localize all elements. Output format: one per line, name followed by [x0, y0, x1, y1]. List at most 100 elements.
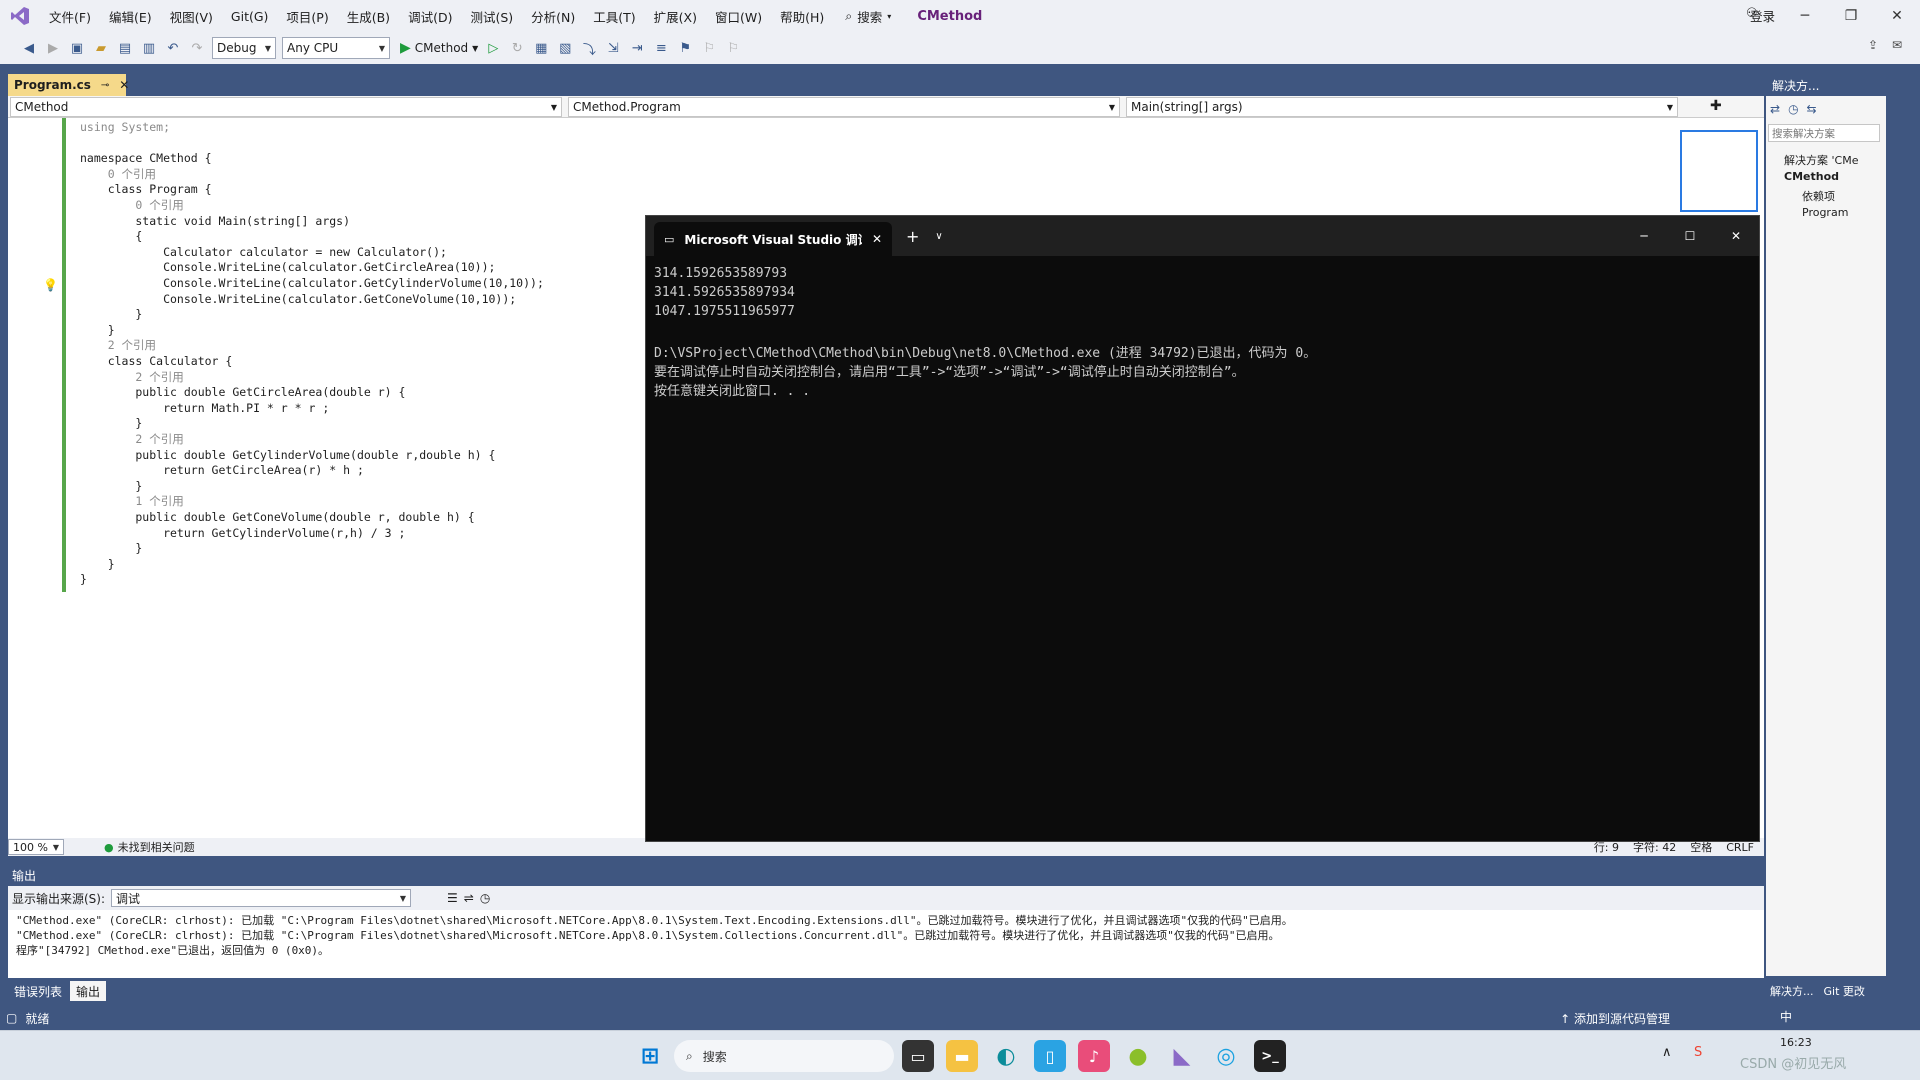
code-line[interactable]: namespace CMethod { [80, 151, 212, 167]
history-icon[interactable]: ◷ [1788, 102, 1798, 116]
code-line[interactable]: } [80, 572, 87, 588]
document-tab[interactable]: Program.cs ⊸ ✕ [8, 74, 129, 96]
chat-icon[interactable]: ◎ [1210, 1040, 1242, 1072]
redo-icon[interactable]: ↷ [188, 39, 206, 57]
code-line[interactable]: class Calculator { [80, 354, 233, 370]
visual-studio-icon[interactable]: ◣ [1166, 1040, 1198, 1072]
code-line[interactable]: public double GetCircleArea(double r) { [80, 385, 405, 401]
code-lens[interactable]: 1 个引用 [80, 494, 183, 510]
code-line[interactable]: } [80, 307, 142, 323]
visual-studio-logo-icon[interactable] [0, 0, 40, 32]
tree-item-project[interactable]: CMethod [1784, 170, 1839, 183]
menu-search-button[interactable]: ⌕ 搜索 ▾ [845, 7, 891, 26]
tab-output[interactable]: 输出 [70, 981, 107, 1001]
ime-logo-icon[interactable]: S [1694, 1045, 1702, 1060]
tab-error-list[interactable]: 错误列表 [8, 981, 68, 1001]
tree-item-dependencies[interactable]: 依赖项 [1802, 188, 1835, 204]
clock-icon[interactable]: ◷ [480, 891, 490, 905]
code-line[interactable]: Console.WriteLine(calculator.GetCircleAr… [80, 260, 495, 276]
zoom-dropdown[interactable]: 100 % ▼ [8, 839, 64, 855]
ime-indicator[interactable]: 中 [1780, 1008, 1792, 1025]
code-lens[interactable]: 0 个引用 [80, 167, 156, 183]
class-dropdown[interactable]: CMethod.Program ▼ [568, 97, 1120, 117]
code-line[interactable]: class Program { [80, 182, 212, 198]
close-icon[interactable]: ✕ [119, 78, 129, 92]
code-line[interactable]: } [80, 323, 115, 339]
code-lens[interactable]: 2 个引用 [80, 370, 183, 386]
output-text[interactable]: "CMethod.exe" (CoreCLR: clrhost): 已加载 "C… [8, 910, 1764, 978]
step-icon[interactable]: ⤵ [580, 39, 598, 58]
code-line[interactable]: return GetCircleArea(r) * h ; [80, 463, 364, 479]
code-lens[interactable]: 0 个引用 [80, 198, 183, 214]
menu-item[interactable]: 编辑(E) [100, 0, 161, 32]
tree-item-program[interactable]: Program [1802, 206, 1848, 219]
code-lens[interactable]: 2 个引用 [80, 338, 156, 354]
project-dropdown[interactable]: CMethod ▼ [10, 97, 562, 117]
edge-icon[interactable]: ◐ [990, 1040, 1022, 1072]
clock-time[interactable]: 16:23 [1780, 1036, 1812, 1049]
share-icon[interactable]: ⇪ [1868, 38, 1878, 52]
code-line[interactable]: public double GetConeVolume(double r, do… [80, 510, 474, 526]
maximize-icon[interactable]: ☐ [1667, 229, 1713, 243]
menu-item[interactable]: 调试(D) [399, 0, 461, 32]
maximize-window-button[interactable]: ❐ [1828, 0, 1874, 32]
code-line[interactable]: Calculator calculator = new Calculator()… [80, 245, 447, 261]
close-window-button[interactable]: ✕ [1874, 0, 1920, 32]
code-line[interactable]: public double GetCylinderVolume(double r… [80, 448, 495, 464]
menu-item[interactable]: 扩展(X) [645, 0, 706, 32]
menu-item[interactable]: 项目(P) [277, 0, 337, 32]
word-wrap-icon[interactable]: ⇌ [464, 891, 474, 905]
split-icon[interactable]: ✚ [1710, 98, 1722, 114]
menu-item[interactable]: 视图(V) [161, 0, 222, 32]
menu-item[interactable]: 生成(B) [338, 0, 399, 32]
account-icon[interactable]: ⚇ [1746, 6, 1758, 21]
bookmark-icon[interactable]: ⚑ [676, 39, 694, 57]
pin-icon[interactable]: ⊸ [101, 80, 109, 91]
switch-view-icon[interactable]: ⇆ [1807, 102, 1817, 116]
minimize-window-button[interactable]: ─ [1782, 0, 1828, 32]
chevron-down-icon[interactable]: ∨ [935, 231, 942, 242]
debug-console-window[interactable]: ▭ Microsoft Visual Studio 调试控 ✕ + ∨ ─ ☐ … [645, 215, 1760, 842]
feedback-icon[interactable]: ✉ [1892, 38, 1902, 52]
config-dropdown[interactable]: Debug ▼ [212, 37, 276, 59]
sync-icon[interactable]: ⇄ [1770, 102, 1780, 116]
code-lens[interactable]: 2 个引用 [80, 432, 183, 448]
clear-output-icon[interactable]: ☰ [447, 891, 458, 905]
open-folder-icon[interactable]: ▰ [92, 39, 110, 57]
browser-icon[interactable]: ● [1122, 1040, 1154, 1072]
task-view-icon[interactable]: ▭ [902, 1040, 934, 1072]
new-tab-icon[interactable]: + [906, 227, 919, 246]
close-icon[interactable]: ✕ [872, 232, 882, 246]
menu-item[interactable]: 文件(F) [40, 0, 100, 32]
code-line[interactable]: { [80, 229, 142, 245]
terminal-icon[interactable]: >_ [1254, 1040, 1286, 1072]
forward-icon[interactable]: ▶ [44, 39, 62, 57]
menu-item[interactable]: 窗口(W) [706, 0, 771, 32]
bookmark-next-icon[interactable]: ⚐ [724, 39, 742, 57]
lightbulb-icon[interactable]: 💡 [43, 278, 58, 292]
code-line[interactable]: return Math.PI * r * r ; [80, 401, 329, 417]
close-icon[interactable]: ✕ [1713, 229, 1759, 243]
hot-reload-icon[interactable]: ↻ [508, 39, 526, 57]
code-line[interactable]: } [80, 557, 115, 573]
comment-icon[interactable]: ≡ [652, 39, 670, 57]
start-icon[interactable]: ⊞ [634, 1040, 666, 1072]
tree-item-solution[interactable]: 解决方案 'CMe [1784, 152, 1858, 168]
indent-icon[interactable]: ⇥ [628, 39, 646, 57]
code-line[interactable]: return GetCylinderVolume(r,h) / 3 ; [80, 526, 405, 542]
tab-solution-explorer[interactable]: 解决方... [1770, 983, 1814, 999]
media-app-icon[interactable]: ♪ [1078, 1040, 1110, 1072]
start-without-debugging-icon[interactable]: ▷ [484, 39, 502, 57]
menu-item[interactable]: 工具(T) [584, 0, 644, 32]
platform-dropdown[interactable]: Any CPU ▼ [282, 37, 390, 59]
chevron-up-icon[interactable]: ∧ [1662, 1045, 1672, 1060]
console-tab[interactable]: ▭ Microsoft Visual Studio 调试控 ✕ [654, 222, 892, 256]
save-icon[interactable]: ▤ [116, 39, 134, 57]
menu-item[interactable]: Git(G) [222, 0, 278, 32]
solution-search-input[interactable]: 搜索解决方案 [1768, 124, 1880, 142]
menu-item[interactable]: 帮助(H) [771, 0, 833, 32]
issues-label[interactable]: 未找到相关问题 [118, 839, 195, 855]
menu-item[interactable]: 测试(S) [461, 0, 522, 32]
run-button[interactable]: ▶ CMethod ▼ [400, 40, 478, 56]
member-dropdown[interactable]: Main(string[] args) ▼ [1126, 97, 1678, 117]
